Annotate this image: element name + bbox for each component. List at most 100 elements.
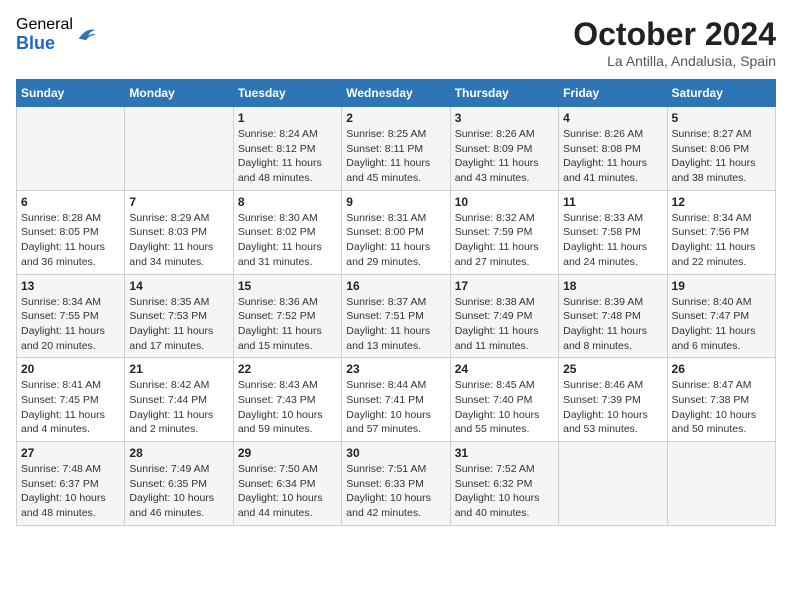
day-content: Sunrise: 8:26 AMSunset: 8:08 PMDaylight:… <box>563 127 662 186</box>
day-number: 20 <box>21 362 120 376</box>
day-number: 27 <box>21 446 120 460</box>
calendar-cell: 22 Sunrise: 8:43 AMSunset: 7:43 PMDayligh… <box>233 358 341 442</box>
day-content: Sunrise: 7:51 AMSunset: 6:33 PMDaylight:… <box>346 462 445 521</box>
calendar-cell <box>559 442 667 526</box>
day-content: Sunrise: 8:32 AMSunset: 7:59 PMDaylight:… <box>455 211 554 270</box>
day-number: 29 <box>238 446 337 460</box>
day-content: Sunrise: 8:40 AMSunset: 7:47 PMDaylight:… <box>672 295 771 354</box>
day-content: Sunrise: 8:27 AMSunset: 8:06 PMDaylight:… <box>672 127 771 186</box>
calendar-cell: 26Sunrise: 8:47 AMSunset: 7:38 PMDayligh… <box>667 358 775 442</box>
logo-blue-text: Blue <box>16 34 73 54</box>
logo: General Blue <box>16 16 97 53</box>
day-content: Sunrise: 8:33 AMSunset: 7:58 PMDaylight:… <box>563 211 662 270</box>
header-friday: Friday <box>559 80 667 107</box>
calendar-cell: 5 Sunrise: 8:27 AMSunset: 8:06 PMDaylight… <box>667 107 775 191</box>
calendar-cell: 24Sunrise: 8:45 AMSunset: 7:40 PMDayligh… <box>450 358 558 442</box>
month-title: October 2024 <box>573 16 776 53</box>
day-number: 8 <box>238 195 337 209</box>
day-number: 19 <box>672 279 771 293</box>
logo-general-text: General <box>16 16 73 34</box>
day-content: Sunrise: 8:31 AMSunset: 8:00 PMDaylight:… <box>346 211 445 270</box>
day-number: 28 <box>129 446 228 460</box>
day-number: 12 <box>672 195 771 209</box>
day-content: Sunrise: 8:44 AMSunset: 7:41 PMDaylight:… <box>346 378 445 437</box>
day-number: 26 <box>672 362 771 376</box>
day-content: Sunrise: 8:26 AMSunset: 8:09 PMDaylight:… <box>455 127 554 186</box>
calendar-cell <box>125 107 233 191</box>
calendar-cell: 31 Sunrise: 7:52 AMSunset: 6:32 PMDayligh… <box>450 442 558 526</box>
day-number: 17 <box>455 279 554 293</box>
day-content: Sunrise: 8:46 AMSunset: 7:39 PMDaylight:… <box>563 378 662 437</box>
header-thursday: Thursday <box>450 80 558 107</box>
day-number: 9 <box>346 195 445 209</box>
calendar-cell: 3 Sunrise: 8:26 AMSunset: 8:09 PMDaylight… <box>450 107 558 191</box>
day-number: 2 <box>346 111 445 125</box>
calendar-cell: 30 Sunrise: 7:51 AMSunset: 6:33 PMDayligh… <box>342 442 450 526</box>
day-number: 30 <box>346 446 445 460</box>
day-content: Sunrise: 7:50 AMSunset: 6:34 PMDaylight:… <box>238 462 337 521</box>
day-content: Sunrise: 8:36 AMSunset: 7:52 PMDaylight:… <box>238 295 337 354</box>
calendar-cell: 12 Sunrise: 8:34 AMSunset: 7:56 PMDayligh… <box>667 190 775 274</box>
header-tuesday: Tuesday <box>233 80 341 107</box>
calendar-cell: 21Sunrise: 8:42 AMSunset: 7:44 PMDayligh… <box>125 358 233 442</box>
day-content: Sunrise: 8:25 AMSunset: 8:11 PMDaylight:… <box>346 127 445 186</box>
calendar-cell: 18 Sunrise: 8:39 AMSunset: 7:48 PMDayligh… <box>559 274 667 358</box>
day-number: 3 <box>455 111 554 125</box>
day-number: 10 <box>455 195 554 209</box>
day-number: 6 <box>21 195 120 209</box>
calendar-cell: 10 Sunrise: 8:32 AMSunset: 7:59 PMDayligh… <box>450 190 558 274</box>
day-content: Sunrise: 8:35 AMSunset: 7:53 PMDaylight:… <box>129 295 228 354</box>
day-number: 11 <box>563 195 662 209</box>
day-content: Sunrise: 8:43 AMSunset: 7:43 PMDaylight:… <box>238 378 337 437</box>
calendar-cell: 29 Sunrise: 7:50 AMSunset: 6:34 PMDayligh… <box>233 442 341 526</box>
calendar-header-row: SundayMondayTuesdayWednesdayThursdayFrid… <box>17 80 776 107</box>
day-content: Sunrise: 7:49 AMSunset: 6:35 PMDaylight:… <box>129 462 228 521</box>
day-number: 21 <box>129 362 228 376</box>
calendar-cell: 8 Sunrise: 8:30 AMSunset: 8:02 PMDaylight… <box>233 190 341 274</box>
calendar-week-row: 1Sunrise: 8:24 AMSunset: 8:12 PMDaylight… <box>17 107 776 191</box>
page-header: General Blue October 2024 La Antilla, An… <box>16 16 776 69</box>
day-content: Sunrise: 8:34 AMSunset: 7:56 PMDaylight:… <box>672 211 771 270</box>
day-content: Sunrise: 8:37 AMSunset: 7:51 PMDaylight:… <box>346 295 445 354</box>
day-number: 25 <box>563 362 662 376</box>
calendar-cell <box>667 442 775 526</box>
calendar-week-row: 13Sunrise: 8:34 AMSunset: 7:55 PMDayligh… <box>17 274 776 358</box>
title-block: October 2024 La Antilla, Andalusia, Spai… <box>573 16 776 69</box>
day-content: Sunrise: 8:29 AMSunset: 8:03 PMDaylight:… <box>129 211 228 270</box>
day-number: 24 <box>455 362 554 376</box>
calendar-cell <box>17 107 125 191</box>
day-number: 18 <box>563 279 662 293</box>
calendar-cell: 6 Sunrise: 8:28 AMSunset: 8:05 PMDaylight… <box>17 190 125 274</box>
logo-bird-icon <box>75 24 97 46</box>
day-content: Sunrise: 7:52 AMSunset: 6:32 PMDaylight:… <box>455 462 554 521</box>
calendar-cell: 7 Sunrise: 8:29 AMSunset: 8:03 PMDaylight… <box>125 190 233 274</box>
day-content: Sunrise: 8:30 AMSunset: 8:02 PMDaylight:… <box>238 211 337 270</box>
day-content: Sunrise: 8:24 AMSunset: 8:12 PMDaylight:… <box>238 127 337 186</box>
day-content: Sunrise: 8:28 AMSunset: 8:05 PMDaylight:… <box>21 211 120 270</box>
day-number: 31 <box>455 446 554 460</box>
day-content: Sunrise: 8:41 AMSunset: 7:45 PMDaylight:… <box>21 378 120 437</box>
day-content: Sunrise: 8:38 AMSunset: 7:49 PMDaylight:… <box>455 295 554 354</box>
calendar-cell: 28 Sunrise: 7:49 AMSunset: 6:35 PMDayligh… <box>125 442 233 526</box>
calendar-cell: 16 Sunrise: 8:37 AMSunset: 7:51 PMDayligh… <box>342 274 450 358</box>
day-number: 5 <box>672 111 771 125</box>
day-number: 13 <box>21 279 120 293</box>
calendar-cell: 4 Sunrise: 8:26 AMSunset: 8:08 PMDaylight… <box>559 107 667 191</box>
header-saturday: Saturday <box>667 80 775 107</box>
day-number: 22 <box>238 362 337 376</box>
header-wednesday: Wednesday <box>342 80 450 107</box>
calendar-cell: 17 Sunrise: 8:38 AMSunset: 7:49 PMDayligh… <box>450 274 558 358</box>
day-number: 7 <box>129 195 228 209</box>
calendar-cell: 11 Sunrise: 8:33 AMSunset: 7:58 PMDayligh… <box>559 190 667 274</box>
header-sunday: Sunday <box>17 80 125 107</box>
calendar-cell: 15 Sunrise: 8:36 AMSunset: 7:52 PMDayligh… <box>233 274 341 358</box>
day-number: 4 <box>563 111 662 125</box>
calendar-cell: 25 Sunrise: 8:46 AMSunset: 7:39 PMDayligh… <box>559 358 667 442</box>
calendar-cell: 19 Sunrise: 8:40 AMSunset: 7:47 PMDayligh… <box>667 274 775 358</box>
day-number: 15 <box>238 279 337 293</box>
day-number: 16 <box>346 279 445 293</box>
calendar-cell: 27Sunrise: 7:48 AMSunset: 6:37 PMDayligh… <box>17 442 125 526</box>
day-content: Sunrise: 8:39 AMSunset: 7:48 PMDaylight:… <box>563 295 662 354</box>
calendar-cell: 23Sunrise: 8:44 AMSunset: 7:41 PMDayligh… <box>342 358 450 442</box>
calendar-cell: 14Sunrise: 8:35 AMSunset: 7:53 PMDayligh… <box>125 274 233 358</box>
